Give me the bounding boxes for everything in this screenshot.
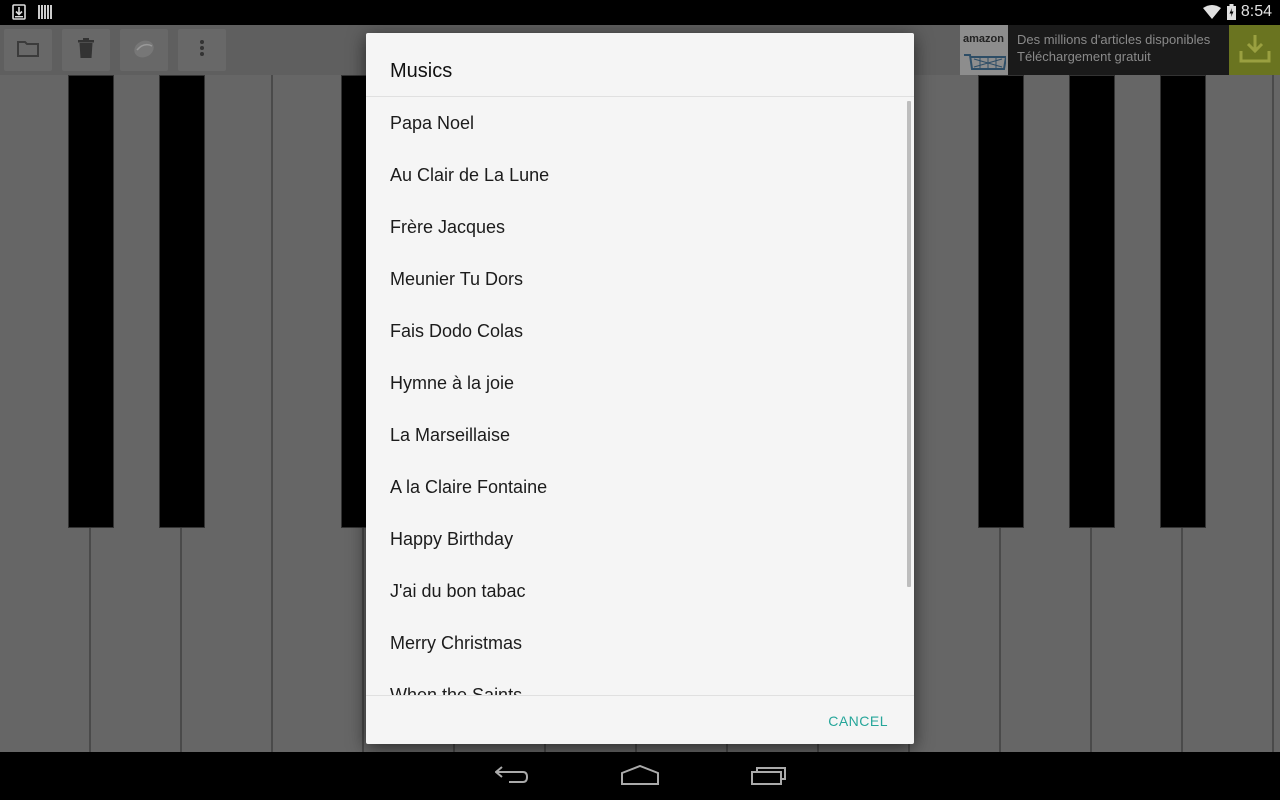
black-key[interactable] <box>1160 75 1206 528</box>
delete-button[interactable] <box>62 29 110 71</box>
home-button[interactable] <box>610 762 670 792</box>
recent-apps-icon <box>751 765 787 790</box>
black-key[interactable] <box>978 75 1024 528</box>
white-key[interactable] <box>1274 75 1280 752</box>
ad-subline: Téléchargement gratuit <box>1017 49 1151 64</box>
ad-headline: Des millions d'articles disponibles <box>1017 32 1211 47</box>
back-button[interactable] <box>482 762 542 792</box>
record-icon <box>132 38 156 63</box>
download-icon <box>1239 33 1271 68</box>
download-notification-icon <box>12 4 26 25</box>
music-list-item[interactable]: Merry Christmas <box>366 617 914 669</box>
more-options-button[interactable] <box>178 29 226 71</box>
status-bar: 8:54 <box>0 0 1280 25</box>
folder-icon <box>17 39 39 62</box>
music-list-item[interactable]: Au Clair de La Lune <box>366 149 914 201</box>
black-key[interactable] <box>159 75 205 528</box>
ad-banner[interactable]: amazon Des millions d'articles disponibl… <box>960 25 1280 75</box>
navigation-bar <box>0 752 1280 800</box>
home-icon <box>621 764 659 790</box>
dialog-title: Musics <box>390 60 453 82</box>
black-key[interactable] <box>1069 75 1115 528</box>
cancel-button[interactable]: CANCEL <box>820 705 896 737</box>
amazon-logo: amazon <box>960 25 1008 75</box>
record-button[interactable] <box>120 29 168 71</box>
screen: 8:54 amazon Des millions d'articles disp… <box>0 0 1280 800</box>
music-list-item[interactable]: A la Claire Fontaine <box>366 461 914 513</box>
battery-charging-icon <box>1227 4 1236 25</box>
overflow-menu-icon <box>199 39 205 62</box>
music-list-item[interactable]: Meunier Tu Dors <box>366 253 914 305</box>
ad-download-button[interactable] <box>1229 25 1280 75</box>
shopping-cart-icon <box>964 54 1006 70</box>
music-list-item[interactable]: Frère Jacques <box>366 201 914 253</box>
recent-apps-button[interactable] <box>739 762 799 792</box>
music-list[interactable]: Papa Noel Au Clair de La Lune Frère Jacque… <box>366 97 914 696</box>
barcode-notification-icon <box>38 4 52 25</box>
music-list-item[interactable]: Papa Noel <box>366 97 914 149</box>
musics-dialog: Musics Papa Noel Au Clair de La Lune Frère… <box>366 33 914 744</box>
open-button[interactable] <box>4 29 52 71</box>
black-key[interactable] <box>68 75 114 528</box>
trash-icon <box>78 37 94 63</box>
music-list-item[interactable]: When the Saints <box>366 669 914 696</box>
music-list-item[interactable]: Happy Birthday <box>366 513 914 565</box>
music-list-item[interactable]: Hymne à la joie <box>366 357 914 409</box>
back-icon <box>494 765 529 790</box>
scrollbar-thumb[interactable] <box>907 101 911 587</box>
music-list-item[interactable]: J'ai du bon tabac <box>366 565 914 617</box>
divider <box>366 695 914 696</box>
wifi-icon <box>1203 5 1221 24</box>
music-list-item[interactable]: La Marseillaise <box>366 409 914 461</box>
music-list-item[interactable]: Fais Dodo Colas <box>366 305 914 357</box>
status-time: 8:54 <box>1240 3 1272 20</box>
